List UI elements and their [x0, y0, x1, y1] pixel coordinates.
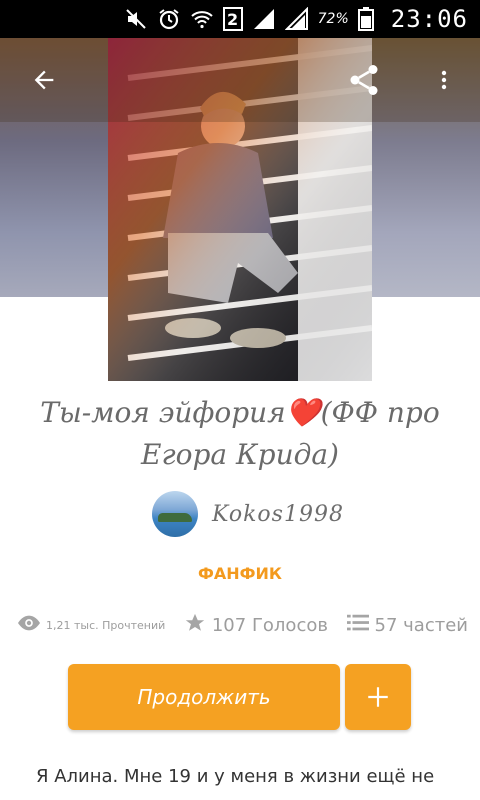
list-icon	[346, 613, 369, 637]
votes-count: 107 Голосов	[211, 614, 328, 636]
wifi-icon	[190, 7, 214, 31]
signal-icon	[284, 6, 309, 31]
sim-icon: 2	[222, 7, 243, 31]
votes-stat: 107 Голосов	[184, 612, 328, 638]
back-arrow-icon[interactable]	[26, 62, 62, 98]
avatar[interactable]	[152, 491, 198, 537]
plus-icon	[368, 687, 388, 707]
author-name[interactable]: Kokos1998	[212, 502, 344, 527]
parts-stat[interactable]: 57 частей	[346, 613, 468, 637]
category-label[interactable]: ФАНФИК	[0, 564, 480, 583]
clock: 23:06	[390, 5, 468, 33]
eye-icon	[18, 615, 40, 635]
mute-icon	[124, 7, 148, 31]
star-icon	[184, 612, 206, 638]
story-title: Ты-моя эйфория❤️(ФФ про Егора Крида)	[40, 396, 440, 471]
author-row[interactable]: Kokos1998	[152, 491, 344, 537]
reads-stat: 1,21 тыс. Прочтений	[18, 615, 165, 635]
stats-row: 1,21 тыс. Прочтений 107 Голосов 57 часте…	[18, 612, 468, 638]
battery-percent: 72%	[317, 11, 349, 27]
status-bar: 2 72% 23:06	[0, 0, 480, 38]
alarm-icon	[157, 7, 181, 31]
share-icon[interactable]	[346, 62, 382, 98]
reads-count: 1,21 тыс. Прочтений	[46, 618, 166, 632]
toolbar	[0, 38, 480, 122]
more-vertical-icon[interactable]	[426, 62, 462, 98]
continue-reading-button[interactable]: Продолжить	[68, 664, 340, 730]
add-to-library-button[interactable]	[345, 664, 411, 730]
parts-count[interactable]: 57 частей	[375, 615, 468, 636]
battery-icon	[357, 7, 382, 31]
story-description: Я Алина. Мне 19 и у меня в жизни ещё не	[36, 766, 435, 787]
signal-icon	[252, 7, 276, 31]
